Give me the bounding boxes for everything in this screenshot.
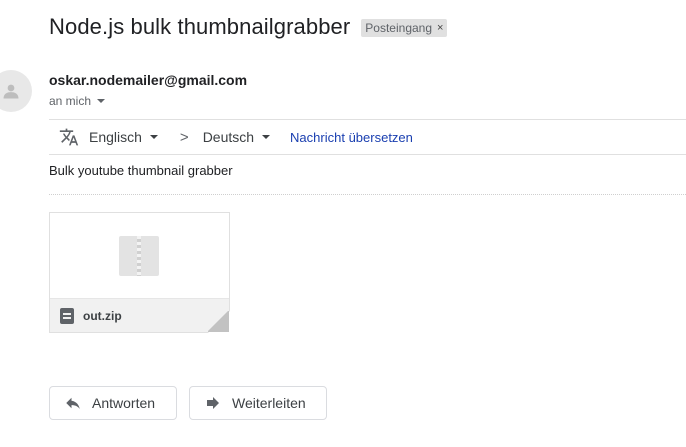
attachment-preview: [50, 213, 229, 299]
chevron-right-icon: >: [179, 128, 189, 146]
document-icon: [60, 307, 74, 324]
chevron-down-icon: [97, 99, 106, 103]
inbox-label-chip[interactable]: Posteingang ×: [361, 19, 448, 37]
remove-label-icon[interactable]: ×: [437, 22, 443, 34]
email-body: Bulk youtube thumbnail grabber: [49, 163, 233, 178]
translate-message-link[interactable]: Nachricht übersetzen: [290, 130, 413, 145]
forward-button-label: Weiterleiten: [232, 395, 306, 411]
recipient-details-toggle[interactable]: an mich: [49, 94, 106, 108]
avatar[interactable]: [0, 70, 32, 112]
translate-bar: Englisch > Deutsch Nachricht übersetzen: [49, 119, 686, 155]
recipient-text: an mich: [49, 94, 92, 108]
attachment-footer: out.zip: [50, 298, 229, 332]
zipper-strip: [137, 236, 141, 276]
reply-button[interactable]: Antworten: [49, 386, 177, 420]
person-icon: [3, 84, 19, 99]
attachment-card[interactable]: out.zip: [49, 212, 230, 333]
source-language-select[interactable]: Englisch: [89, 129, 158, 145]
chevron-down-icon: [262, 135, 271, 139]
email-view: Node.js bulk thumbnailgrabber Posteingan…: [0, 0, 686, 447]
target-language-label: Deutsch: [202, 129, 255, 145]
chevron-down-icon: [149, 135, 158, 139]
forward-button[interactable]: Weiterleiten: [189, 386, 327, 420]
source-language-label: Englisch: [89, 129, 142, 145]
page-fold-icon: [208, 311, 230, 333]
subject-row: Node.js bulk thumbnailgrabber Posteingan…: [49, 14, 448, 40]
inbox-label-text: Posteingang: [365, 21, 433, 35]
attachment-filename: out.zip: [83, 308, 122, 323]
email-subject: Node.js bulk thumbnailgrabber: [49, 14, 351, 39]
target-language-select[interactable]: Deutsch: [202, 129, 271, 145]
reply-icon: [66, 397, 80, 409]
forward-icon: [207, 397, 219, 409]
attachment-divider: [49, 194, 686, 195]
zip-icon: [119, 236, 159, 276]
sender-address: oskar.nodemailer@gmail.com: [49, 72, 248, 88]
reply-button-label: Antworten: [92, 395, 156, 411]
translate-icon: [59, 128, 79, 146]
